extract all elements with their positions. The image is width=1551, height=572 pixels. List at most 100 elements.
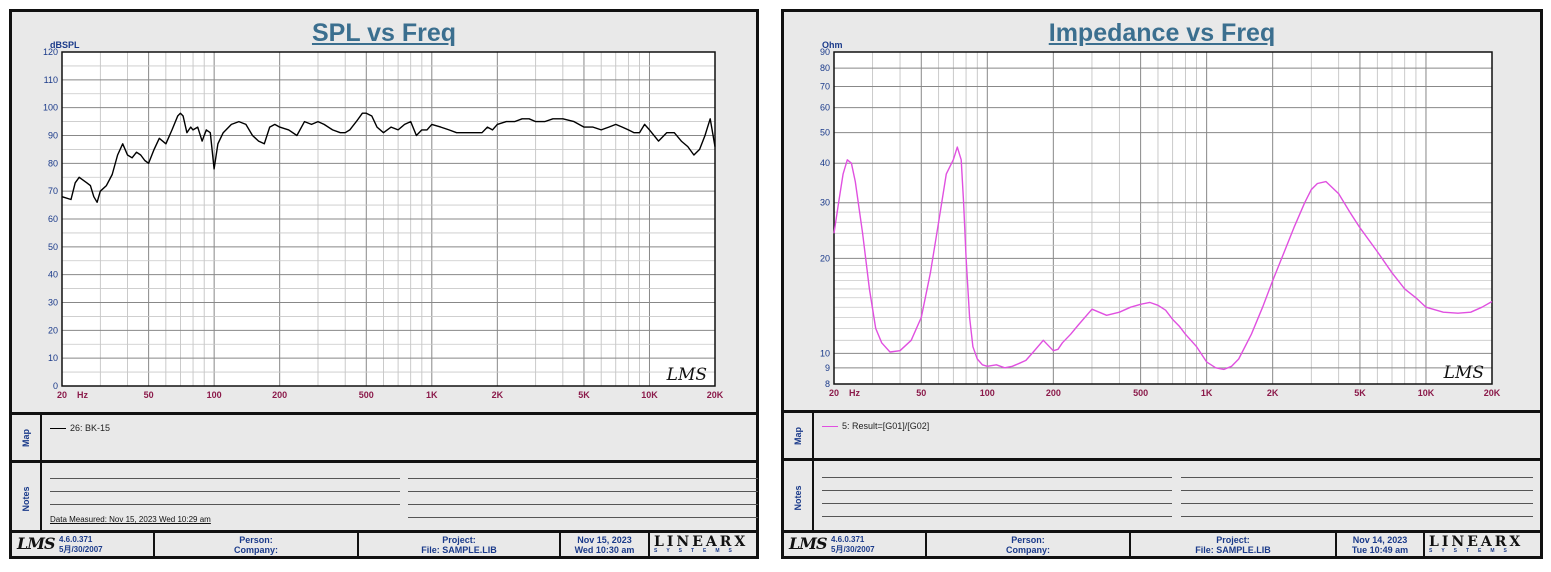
y-tick-label: 50 <box>48 242 58 252</box>
note-line <box>408 491 758 492</box>
y-tick-label: 60 <box>820 103 830 113</box>
notes-section: Notes <box>784 458 1540 535</box>
note-line <box>1181 477 1533 478</box>
note-line <box>822 477 1172 478</box>
notes-label: Notes <box>12 463 42 535</box>
y-tick-label: 30 <box>820 198 830 208</box>
x-tick-label: 500 <box>1133 388 1148 398</box>
time-label: Tue 10:49 am <box>1351 545 1409 555</box>
y-tick-label: 50 <box>820 128 830 138</box>
y-tick-label: 10 <box>48 353 58 363</box>
project-label: Project: <box>442 535 476 545</box>
footer-date-cell: Nov 15, 2023 Wed 10:30 am <box>561 533 650 556</box>
note-line <box>1181 490 1533 491</box>
lms-watermark: LMS <box>666 365 707 385</box>
footer-version-cell: LMS 4.6.0.371 5月/30/2007 <box>784 533 927 556</box>
y-tick-label: 40 <box>820 158 830 168</box>
time-label: Wed 10:30 am <box>574 545 635 555</box>
y-tick-label: 80 <box>48 158 58 168</box>
person-label: Person: <box>1011 535 1045 545</box>
x-tick-label: 5K <box>1354 388 1366 398</box>
x-tick-label: 10K <box>1418 388 1435 398</box>
y-tick-label: 90 <box>48 131 58 141</box>
spl-panel: SPL vs Freq 0 10 20 30 40 50 60 70 80 90 100 110 120… <box>9 9 759 559</box>
note-line <box>408 504 758 505</box>
y-tick-label: 20 <box>48 325 58 335</box>
footer-person-cell: Person: Company: <box>927 533 1131 556</box>
x-tick-label: 20 <box>57 390 67 400</box>
company-label: Company: <box>233 545 278 555</box>
legend-entry: 5: Result=[G01]/[G02] <box>822 421 929 431</box>
x-tick-label: 500 <box>359 390 374 400</box>
legend-entry: 26: BK-15 <box>50 423 110 433</box>
note-line <box>408 478 758 479</box>
x-axis-label: Hz <box>849 388 860 398</box>
y-tick-label: 110 <box>44 75 58 85</box>
y-tick-label: 30 <box>48 298 58 308</box>
linearx-logo: LINEARX SYSTEMS <box>1429 534 1524 554</box>
date-label: Nov 14, 2023 <box>1352 535 1408 545</box>
project-label: Project: <box>1216 535 1250 545</box>
legend-label: 5: Result=[G01]/[G02] <box>842 421 930 431</box>
notes-section: Notes Data Measured: Nov 15, 2023 Wed 10… <box>12 460 758 535</box>
y-tick-label: 70 <box>48 186 58 196</box>
file-label: File: SAMPLE.LIB <box>1195 545 1271 555</box>
note-line <box>822 503 1172 504</box>
y-tick-label: 20 <box>820 253 830 263</box>
note-line <box>822 490 1172 491</box>
map-label: Map <box>12 415 42 460</box>
person-label: Person: <box>239 535 273 545</box>
notes-label: Notes <box>784 461 814 535</box>
y-tick-label: 10 <box>820 348 830 358</box>
map-section: Map 26: BK-15 <box>12 412 756 460</box>
x-tick-label: 5K <box>578 390 590 400</box>
note-line <box>50 504 400 505</box>
x-tick-label: 200 <box>1046 388 1061 398</box>
y-axis-label: dBSPL <box>50 40 80 50</box>
lms-watermark: LMS <box>1443 363 1484 383</box>
plot-area <box>834 52 1492 384</box>
note-line <box>50 491 400 492</box>
x-tick-label: 2K <box>1267 388 1279 398</box>
note-line <box>1181 516 1533 517</box>
y-tick-label: 9 <box>825 363 830 373</box>
note-line <box>408 517 758 518</box>
spl-chart: 010203040506070809010011012020 50 100 200 50… <box>43 40 724 400</box>
footer-version-cell: LMS 4.6.0.371 5月/30/2007 <box>12 533 155 556</box>
date-label: Nov 15, 2023 <box>577 535 632 545</box>
lms-logo: LMS <box>789 534 828 553</box>
x-tick-label: 100 <box>980 388 995 398</box>
x-tick-label: 100 <box>207 390 222 400</box>
y-tick-label: 40 <box>48 270 58 280</box>
y-tick-label: 100 <box>43 103 58 113</box>
x-tick-label: 10K <box>641 390 658 400</box>
footer-project-cell: Project: File: SAMPLE.LIB <box>359 533 561 556</box>
lms-logo: LMS <box>17 534 56 553</box>
x-tick-label: 50 <box>144 390 154 400</box>
x-tick-label: 200 <box>272 390 287 400</box>
data-measured: Data Measured: Nov 15, 2023 Wed 10:29 am <box>50 515 211 524</box>
footer-project-cell: Project: File: SAMPLE.LIB <box>1131 533 1337 556</box>
map-label: Map <box>784 413 814 458</box>
note-line <box>50 478 400 479</box>
footer-date-cell: Nov 14, 2023 Tue 10:49 am <box>1337 533 1425 556</box>
impedance-panel: Impedance vs Freq 8 9 10 20 30 40 50 60 70 80 90 20… <box>781 9 1543 559</box>
y-tick-label: 60 <box>48 214 58 224</box>
x-tick-label: 1K <box>426 390 438 400</box>
x-tick-label: 2K <box>492 390 504 400</box>
x-tick-label: 50 <box>916 388 926 398</box>
footer: LMS 4.6.0.371 5月/30/2007 Person: Company:… <box>784 530 1540 556</box>
legend-swatch <box>822 425 838 427</box>
file-label: File: SAMPLE.LIB <box>421 545 497 555</box>
x-tick-label: 20 <box>829 388 839 398</box>
footer: LMS 4.6.0.371 5月/30/2007 Person: Company:… <box>12 530 756 556</box>
x-axis-label: Hz <box>77 390 88 400</box>
version-info: 4.6.0.371 5月/30/2007 <box>59 535 103 554</box>
footer-person-cell: Person: Company: <box>155 533 359 556</box>
x-tick-label: 20K <box>707 390 724 400</box>
legend-swatch <box>50 427 66 429</box>
y-tick-label: 70 <box>820 81 830 91</box>
linearx-logo: LINEARX SYSTEMS <box>654 534 749 554</box>
impedance-chart: 8910203040506070809020 50 100 200 500 1K 2K 5K 1… <box>820 40 1501 398</box>
note-line <box>1181 503 1533 504</box>
